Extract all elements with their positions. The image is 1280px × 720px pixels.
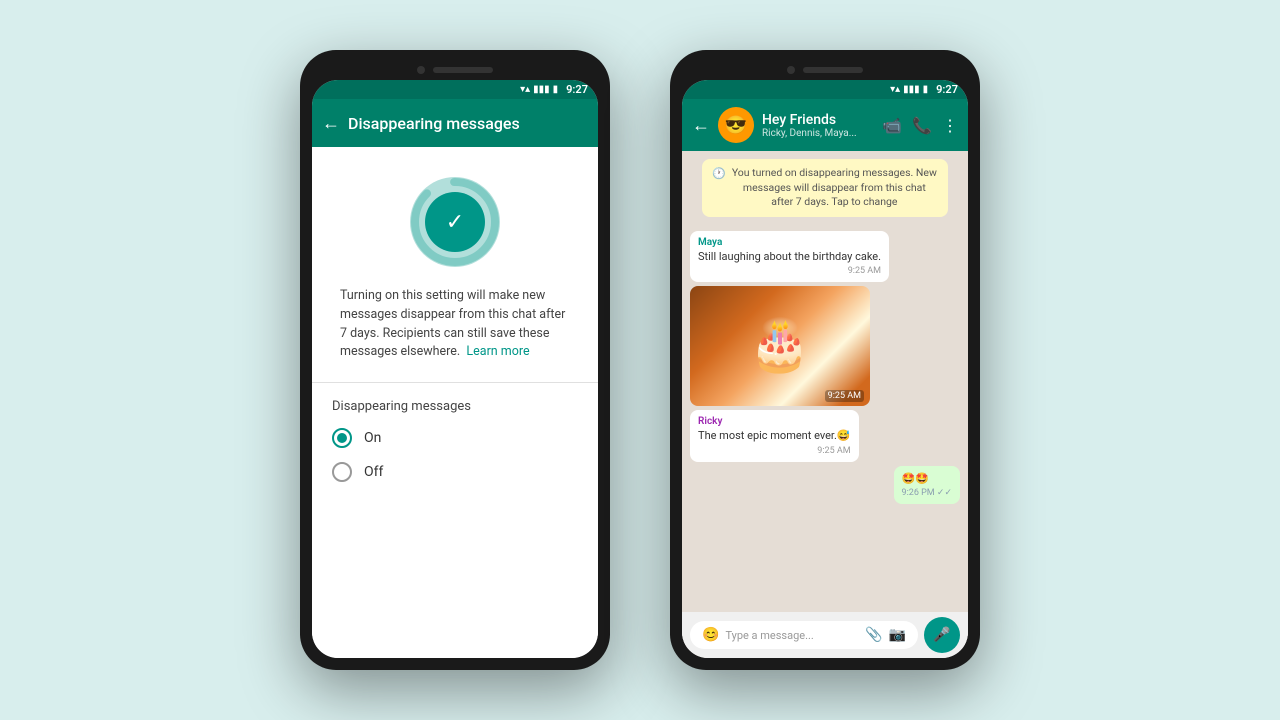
battery-icon-right: ▮ bbox=[923, 84, 929, 95]
radio-option-on[interactable]: On bbox=[332, 428, 578, 448]
message-time-sent: 9:26 PM ✓✓ bbox=[902, 488, 952, 498]
emoji-button[interactable]: 😊 bbox=[702, 627, 719, 643]
chat-input-field[interactable]: 😊 Type a message... 📎 📷 bbox=[690, 621, 918, 649]
front-camera-right bbox=[787, 66, 795, 74]
phone-inner-right: ▾▴ ▮▮▮ ▮ 9:27 ← 😎 Hey Friends Ricky, Den… bbox=[682, 80, 968, 658]
description-text: Turning on this setting will make new me… bbox=[340, 288, 565, 359]
video-call-icon[interactable]: 📹 bbox=[882, 116, 902, 135]
system-notification[interactable]: 🕐 You turned on disappearing messages. N… bbox=[702, 159, 948, 217]
timer-graphic-container: ✓ bbox=[312, 147, 598, 287]
timer-circle: ✓ bbox=[410, 177, 500, 267]
description-section: Turning on this setting will make new me… bbox=[312, 287, 598, 383]
battery-icon-left: ▮ bbox=[553, 84, 559, 95]
status-icons-left: ▾▴ ▮▮▮ ▮ bbox=[520, 84, 558, 95]
message-time-ricky: 9:25 AM bbox=[698, 446, 851, 456]
sender-maya: Maya bbox=[698, 237, 881, 248]
check-icon: ✓ bbox=[446, 210, 464, 235]
app-header-left: ← Disappearing messages bbox=[312, 99, 598, 147]
cake-image: 9:25 AM bbox=[690, 286, 870, 406]
timer-inner-circle: ✓ bbox=[425, 192, 485, 252]
front-camera-left bbox=[417, 66, 425, 74]
group-name[interactable]: Hey Friends bbox=[762, 112, 874, 128]
status-bar-right: ▾▴ ▮▮▮ ▮ 9:27 bbox=[682, 80, 968, 99]
speaker-left bbox=[433, 67, 493, 73]
wifi-icon-left: ▾▴ bbox=[520, 84, 530, 95]
radio-inner-on bbox=[337, 433, 347, 443]
header-info: Hey Friends Ricky, Dennis, Maya... bbox=[762, 112, 874, 139]
message-maya: Maya Still laughing about the birthday c… bbox=[690, 231, 889, 282]
more-options-icon[interactable]: ⋮ bbox=[942, 116, 958, 135]
radio-label-off: Off bbox=[364, 464, 383, 480]
chat-messages: Maya Still laughing about the birthday c… bbox=[682, 225, 968, 612]
learn-more-link[interactable]: Learn more bbox=[466, 344, 529, 359]
chat-input-bar: 😊 Type a message... 📎 📷 🎤 bbox=[682, 612, 968, 658]
signal-icon-left: ▮▮▮ bbox=[533, 84, 550, 95]
image-time: 9:25 AM bbox=[825, 390, 864, 402]
message-text-sent: 🤩🤩 bbox=[902, 472, 952, 486]
mic-icon: 🎤 bbox=[933, 627, 950, 643]
clock-icon: 🕐 bbox=[712, 166, 726, 181]
time-left: 9:27 bbox=[566, 83, 588, 96]
phones-container: ▾▴ ▮▮▮ ▮ 9:27 ← Disappearing messages bbox=[300, 50, 980, 670]
phone-top-right bbox=[682, 62, 968, 80]
group-avatar: 😎 bbox=[718, 107, 754, 143]
group-members: Ricky, Dennis, Maya... bbox=[762, 128, 874, 139]
chat-body: 🕐 You turned on disappearing messages. N… bbox=[682, 151, 968, 658]
mic-button[interactable]: 🎤 bbox=[924, 617, 960, 653]
image-bubble-cake: 9:25 AM bbox=[690, 286, 870, 406]
radio-option-off[interactable]: Off bbox=[332, 462, 578, 482]
system-notification-text: You turned on disappearing messages. New… bbox=[731, 166, 938, 210]
status-bar-left: ▾▴ ▮▮▮ ▮ 9:27 bbox=[312, 80, 598, 99]
wifi-icon-right: ▾▴ bbox=[890, 84, 900, 95]
header-actions: 📹 📞 ⋮ bbox=[882, 116, 958, 135]
message-ricky: Ricky The most epic moment ever.😅 9:25 A… bbox=[690, 410, 859, 461]
radio-label-on: On bbox=[364, 430, 381, 446]
disappearing-screen: ✓ Turning on this setting will make new … bbox=[312, 147, 598, 658]
read-receipt-icon: ✓✓ bbox=[937, 488, 952, 498]
page-title-left: Disappearing messages bbox=[348, 114, 588, 133]
signal-icon-right: ▮▮▮ bbox=[903, 84, 920, 95]
radio-button-off[interactable] bbox=[332, 462, 352, 482]
phone-right: ▾▴ ▮▮▮ ▮ 9:27 ← 😎 Hey Friends Ricky, Den… bbox=[670, 50, 980, 670]
speaker-right bbox=[803, 67, 863, 73]
chat-header: ← 😎 Hey Friends Ricky, Dennis, Maya... 📹… bbox=[682, 99, 968, 151]
options-section: Disappearing messages On Off bbox=[312, 383, 598, 512]
sender-ricky: Ricky bbox=[698, 416, 851, 427]
radio-button-on[interactable] bbox=[332, 428, 352, 448]
phone-inner-left: ▾▴ ▮▮▮ ▮ 9:27 ← Disappearing messages bbox=[312, 80, 598, 658]
phone-left: ▾▴ ▮▮▮ ▮ 9:27 ← Disappearing messages bbox=[300, 50, 610, 670]
message-text-maya: Still laughing about the birthday cake. bbox=[698, 250, 881, 264]
time-right: 9:27 bbox=[936, 83, 958, 96]
message-text-ricky: The most epic moment ever.😅 bbox=[698, 429, 851, 443]
options-title: Disappearing messages bbox=[332, 399, 578, 414]
attachment-icon[interactable]: 📎 bbox=[865, 627, 882, 643]
input-placeholder: Type a message... bbox=[725, 629, 859, 642]
camera-icon[interactable]: 📷 bbox=[889, 627, 906, 643]
back-button-left[interactable]: ← bbox=[322, 113, 340, 134]
message-time-maya: 9:25 AM bbox=[698, 266, 881, 276]
status-icons-right: ▾▴ ▮▮▮ ▮ bbox=[890, 84, 928, 95]
back-button-right[interactable]: ← bbox=[692, 115, 710, 136]
message-sent: 🤩🤩 9:26 PM ✓✓ bbox=[894, 466, 960, 504]
voice-call-icon[interactable]: 📞 bbox=[912, 116, 932, 135]
phone-top-left bbox=[312, 62, 598, 80]
